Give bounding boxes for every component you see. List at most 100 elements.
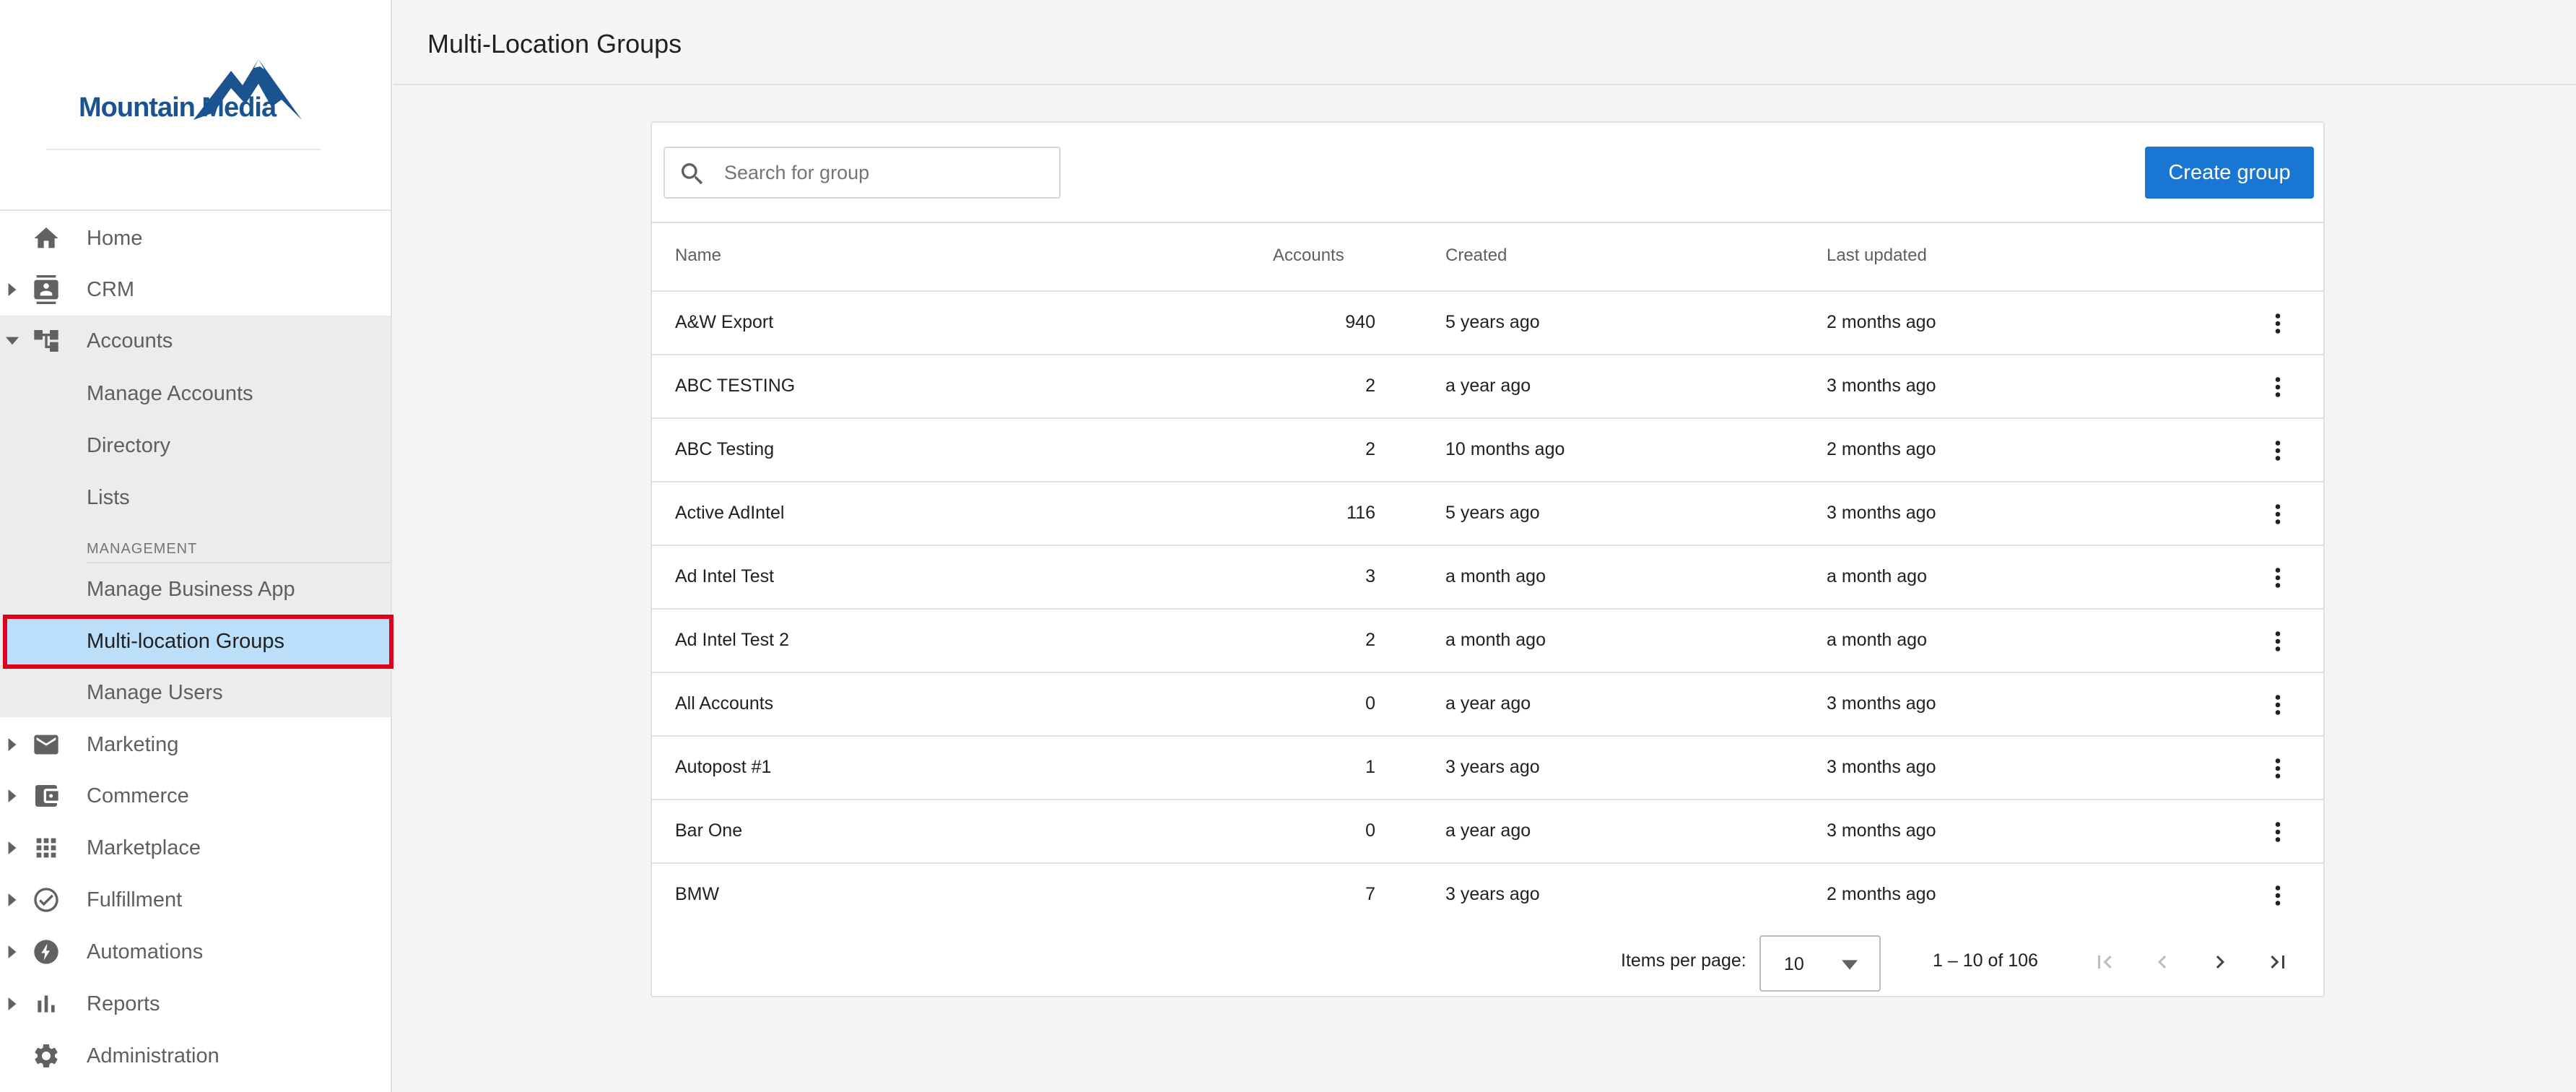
logo-area: Mountain Media — [0, 0, 391, 211]
sidebar-item-directory[interactable]: Directory — [0, 420, 391, 471]
home-icon — [29, 221, 64, 256]
next-page-button[interactable] — [2204, 946, 2236, 978]
chevron-left-icon — [2158, 956, 2167, 968]
sidebar-item-label: CRM — [87, 277, 135, 301]
more-vert-icon — [2275, 504, 2281, 524]
last-page-button[interactable] — [2262, 946, 2294, 978]
sidebar-item-label: Automations — [87, 940, 204, 963]
row-menu-button[interactable] — [2262, 880, 2294, 911]
accounts-count-cell: 0 — [1365, 820, 1375, 841]
column-header-accounts[interactable]: Accounts — [1273, 246, 1344, 266]
sidebar-item-label: Commerce — [87, 784, 189, 807]
row-menu-button[interactable] — [2262, 562, 2294, 594]
row-menu-button[interactable] — [2262, 498, 2294, 530]
table-row[interactable]: Autopost #1 1 3 years ago 3 months ago — [652, 737, 2323, 800]
sidebar-item-lists[interactable]: Lists — [0, 472, 391, 523]
sidebar-item-label: Marketplace — [87, 836, 201, 859]
sidebar-item-commerce[interactable]: Commerce — [0, 771, 391, 821]
items-per-page-value: 10 — [1784, 954, 1804, 974]
row-menu-button[interactable] — [2262, 435, 2294, 467]
sidebar-item-reports[interactable]: Reports — [0, 979, 391, 1029]
last-updated-cell: 3 months ago — [1827, 503, 1936, 523]
sidebar-item-label: Multi-location Groups — [87, 629, 284, 653]
sidebar-item-manage-business-app[interactable]: Manage Business App — [0, 564, 391, 615]
table-row[interactable]: BMW 7 3 years ago 2 months ago — [652, 864, 2323, 927]
row-menu-button[interactable] — [2262, 689, 2294, 721]
created-cell: 3 years ago — [1445, 884, 1540, 904]
sidebar-item-crm[interactable]: CRM — [0, 264, 391, 315]
page-range-label: 1 – 10 of 106 — [1933, 950, 2038, 971]
row-menu-button[interactable] — [2262, 371, 2294, 403]
group-name-cell: Ad Intel Test — [675, 566, 775, 586]
caret-right-icon — [8, 997, 17, 1010]
sidebar-item-administration[interactable]: Administration — [0, 1031, 391, 1081]
sidebar-item-fulfillment[interactable]: Fulfillment — [0, 875, 391, 925]
table-row[interactable]: ABC TESTING 2 a year ago 3 months ago — [652, 355, 2323, 419]
wallet-icon — [29, 779, 64, 813]
top-bar: Multi-Location Groups — [393, 0, 2576, 85]
sidebar-item-accounts[interactable]: Accounts — [0, 316, 391, 366]
table-row[interactable]: Active AdIntel 116 5 years ago 3 months ago — [652, 482, 2323, 546]
created-cell: 3 years ago — [1445, 757, 1540, 777]
last-updated-cell: 3 months ago — [1827, 820, 1936, 841]
row-menu-button[interactable] — [2262, 308, 2294, 339]
group-name-cell: BMW — [675, 884, 720, 904]
caret-right-icon — [8, 841, 17, 854]
hierarchy-icon — [29, 324, 64, 358]
row-menu-button[interactable] — [2262, 625, 2294, 657]
caret-right-icon — [8, 283, 17, 296]
accounts-count-cell: 940 — [1345, 312, 1375, 332]
sidebar-item-label: Fulfillment — [87, 888, 183, 911]
sidebar-item-manage-users[interactable]: Manage Users — [0, 667, 391, 718]
first-page-button[interactable] — [2089, 946, 2120, 978]
dropdown-arrow-icon — [1842, 960, 1858, 970]
accounts-count-cell: 1 — [1365, 757, 1375, 777]
row-menu-button[interactable] — [2262, 753, 2294, 784]
accounts-count-cell: 2 — [1365, 439, 1375, 459]
page-title: Multi-Location Groups — [427, 29, 682, 58]
sidebar-item-marketplace[interactable]: Marketplace — [0, 823, 391, 873]
column-header-last-updated[interactable]: Last updated — [1827, 246, 1927, 266]
more-vert-icon — [2275, 631, 2281, 651]
more-vert-icon — [2275, 758, 2281, 779]
search-field[interactable] — [663, 147, 1061, 199]
table-row[interactable]: Bar One 0 a year ago 3 months ago — [652, 800, 2323, 864]
table-row[interactable]: Ad Intel Test 3 a month ago a month ago — [652, 546, 2323, 610]
accounts-count-cell: 2 — [1365, 630, 1375, 650]
last-updated-cell: a month ago — [1827, 630, 1927, 650]
last-updated-cell: 3 months ago — [1827, 757, 1936, 777]
table-row[interactable]: ABC Testing 2 10 months ago 2 months ago — [652, 419, 2323, 482]
previous-page-button[interactable] — [2146, 946, 2178, 978]
create-group-button[interactable]: Create group — [2145, 147, 2314, 199]
search-input[interactable] — [724, 157, 1042, 188]
sidebar-item-label: Directory — [87, 433, 171, 457]
sidebar-item-label: Accounts — [87, 329, 173, 352]
row-menu-button[interactable] — [2262, 816, 2294, 848]
last-updated-cell: a month ago — [1827, 566, 1927, 586]
accounts-count-cell: 7 — [1365, 884, 1375, 904]
mail-icon — [29, 727, 64, 762]
created-cell: a month ago — [1445, 630, 1546, 650]
sidebar-item-home[interactable]: Home — [0, 213, 391, 264]
created-cell: 10 months ago — [1445, 439, 1565, 459]
more-vert-icon — [2275, 568, 2281, 588]
sidebar-item-automations[interactable]: Automations — [0, 927, 391, 977]
created-cell: a month ago — [1445, 566, 1546, 586]
items-per-page-select[interactable]: 10 — [1759, 935, 1881, 992]
column-header-name[interactable]: Name — [675, 246, 721, 266]
table-row[interactable]: Ad Intel Test 2 2 a month ago a month ago — [652, 610, 2323, 673]
last-page-icon — [2271, 956, 2284, 968]
group-name-cell: Bar One — [675, 820, 743, 841]
sidebar-item-manage-accounts[interactable]: Manage Accounts — [0, 368, 391, 419]
table-row[interactable]: All Accounts 0 a year ago 3 months ago — [652, 673, 2323, 737]
sidebar-item-marketing[interactable]: Marketing — [0, 719, 391, 770]
last-updated-cell: 2 months ago — [1827, 884, 1936, 904]
gear-icon — [29, 1039, 64, 1073]
sidebar-item-multi-location-groups[interactable]: Multi-location Groups — [0, 616, 391, 667]
sidebar-item-label: Administration — [87, 1044, 219, 1067]
more-vert-icon — [2275, 822, 2281, 842]
column-header-created[interactable]: Created — [1445, 246, 1507, 266]
sidebar-item-label: Manage Business App — [87, 577, 295, 601]
table-row[interactable]: A&W Export 940 5 years ago 2 months ago — [652, 292, 2323, 355]
accounts-count-cell: 2 — [1365, 376, 1375, 396]
